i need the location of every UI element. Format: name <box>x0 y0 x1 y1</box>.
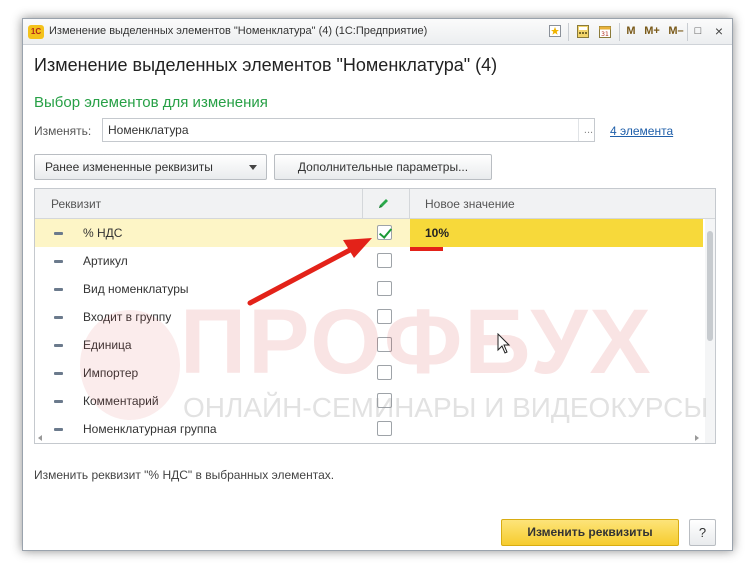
table-row[interactable]: Импортер <box>35 359 703 387</box>
scrollbar-thumb[interactable] <box>707 231 713 341</box>
table-row[interactable]: Артикул <box>35 247 703 275</box>
calendar-icon[interactable]: 31 <box>595 21 615 42</box>
table-row[interactable]: Входит в группу <box>35 303 703 331</box>
attribute-checkbox[interactable] <box>377 225 392 240</box>
previous-changed-label: Ранее измененные реквизиты <box>45 160 213 174</box>
attribute-name: Единица <box>83 338 132 352</box>
attribute-checkbox[interactable] <box>377 281 392 296</box>
elements-count-link[interactable]: 4 элемента <box>610 124 673 138</box>
pencil-icon <box>379 199 388 208</box>
attribute-dash-icon <box>54 260 63 263</box>
scroll-right-icon[interactable] <box>695 435 699 441</box>
attribute-name: Входит в группу <box>83 310 172 324</box>
maximize-icon[interactable]: □ <box>690 21 706 42</box>
mouse-cursor-icon <box>497 333 511 354</box>
status-text: Изменить реквизит "% НДС" в выбранных эл… <box>34 468 335 482</box>
attribute-name: Импортер <box>83 366 139 380</box>
attributes-table: Реквизит Новое значение % НДС 10% Артикул В… <box>34 188 716 444</box>
attribute-name: % НДС <box>83 226 123 240</box>
chevron-down-icon <box>249 165 257 170</box>
table-row[interactable]: Комментарий <box>35 387 703 415</box>
close-icon[interactable]: × <box>711 21 727 42</box>
attribute-checkbox[interactable] <box>377 393 392 408</box>
new-value-cell[interactable] <box>410 219 703 247</box>
attribute-dash-icon <box>54 344 63 347</box>
column-header-new-value[interactable]: Новое значение <box>425 189 515 219</box>
attribute-dash-icon <box>54 316 63 319</box>
column-header-attribute[interactable]: Реквизит <box>51 189 101 219</box>
dialog-title: Изменение выделенных элементов "Номенкла… <box>34 55 498 75</box>
table-header: Реквизит Новое значение <box>35 189 715 219</box>
window-title: Изменение выделенных элементов "Номенкла… <box>49 25 428 37</box>
memory-button[interactable]: M <box>623 21 639 42</box>
help-button[interactable]: ? <box>689 519 716 546</box>
table-row[interactable]: Единица <box>35 331 703 359</box>
attribute-dash-icon <box>54 288 63 291</box>
change-object-input[interactable] <box>102 118 595 142</box>
table-row[interactable]: % НДС 10% <box>35 219 703 247</box>
memory-minus-button[interactable]: M– <box>665 21 687 42</box>
attribute-dash-icon <box>54 232 63 235</box>
apply-changes-button[interactable]: Изменить реквизиты <box>501 519 679 546</box>
new-value-text: 10% <box>425 226 450 240</box>
horizontal-scrollbar[interactable] <box>35 433 703 443</box>
section-title: Выбор элементов для изменения <box>34 94 268 111</box>
svg-text:31: 31 <box>601 31 609 38</box>
attribute-name: Вид номенклатуры <box>83 282 189 296</box>
attribute-checkbox[interactable] <box>377 309 392 324</box>
attribute-name: Артикул <box>83 254 128 268</box>
memory-plus-button[interactable]: M+ <box>641 21 663 42</box>
dialog-window: 1С Изменение выделенных элементов "Номен… <box>22 18 733 551</box>
attribute-checkbox[interactable] <box>377 365 392 380</box>
extra-parameters-button[interactable]: Дополнительные параметры... <box>274 154 492 180</box>
favorites-star-icon[interactable] <box>545 21 565 42</box>
previous-changed-attributes-button[interactable]: Ранее измененные реквизиты <box>34 154 267 180</box>
table-row[interactable]: Вид номенклатуры <box>35 275 703 303</box>
attribute-dash-icon <box>54 372 63 375</box>
attribute-checkbox[interactable] <box>377 253 392 268</box>
attribute-dash-icon <box>54 428 63 431</box>
title-bar[interactable]: 1С Изменение выделенных элементов "Номен… <box>23 19 732 45</box>
attribute-checkbox[interactable] <box>377 337 392 352</box>
change-field-label: Изменять: <box>34 124 92 138</box>
attribute-name: Комментарий <box>83 394 159 408</box>
select-object-button[interactable]: ... <box>578 119 598 141</box>
scroll-left-icon[interactable] <box>38 435 42 441</box>
app-logo-icon: 1С <box>28 25 44 39</box>
attribute-dash-icon <box>54 400 63 403</box>
calculator-icon[interactable] <box>573 21 593 42</box>
